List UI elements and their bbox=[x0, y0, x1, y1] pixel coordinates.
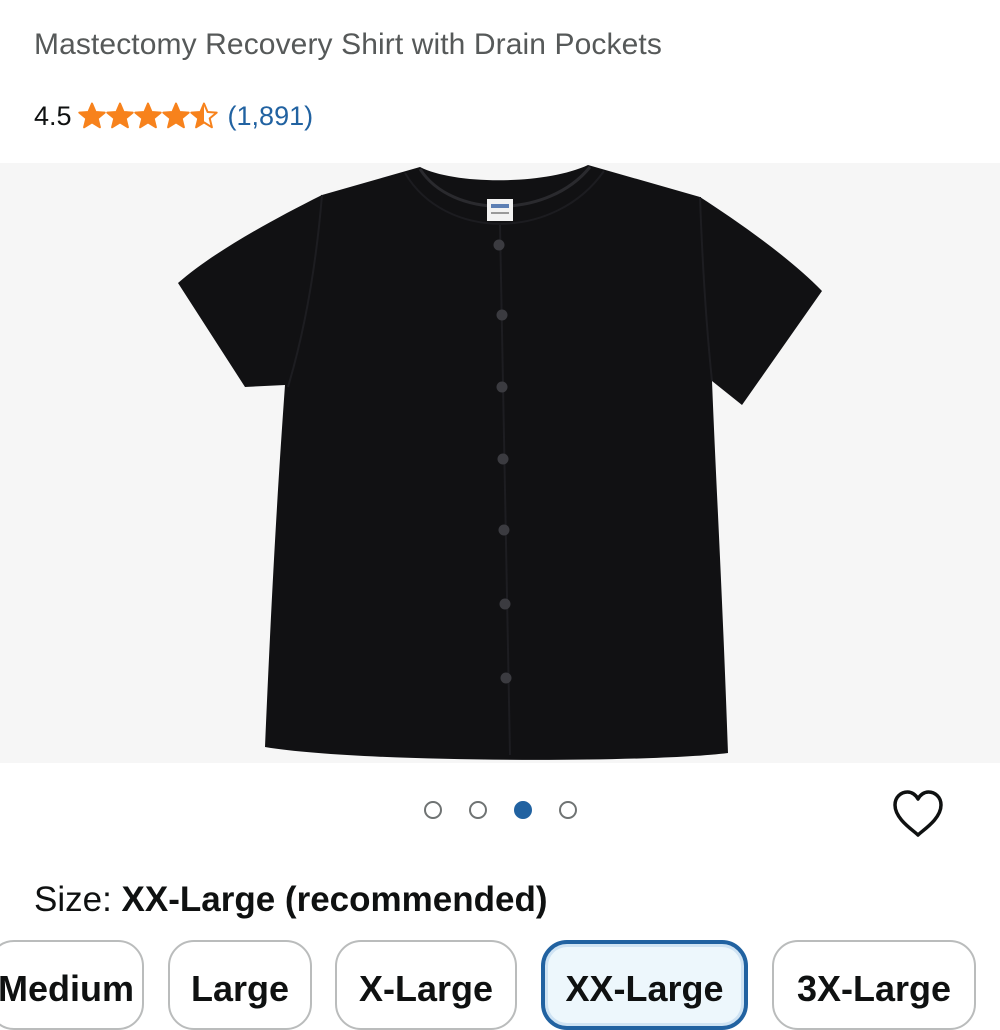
star-full-icon bbox=[161, 102, 190, 129]
star-full-icon bbox=[77, 102, 106, 129]
rating-row[interactable]: 4.5 (1,891) bbox=[34, 96, 313, 136]
carousel-dot[interactable] bbox=[423, 801, 442, 819]
carousel-dot[interactable] bbox=[468, 801, 487, 819]
product-image[interactable] bbox=[0, 163, 1000, 763]
size-option-medium[interactable]: Medium bbox=[0, 940, 144, 1030]
size-selection-label: Size: XX-Large (recommended) bbox=[34, 880, 547, 920]
product-title: Mastectomy Recovery Shirt with Drain Poc… bbox=[34, 28, 662, 61]
rating-value: 4.5 bbox=[34, 100, 72, 131]
star-rating bbox=[77, 102, 218, 130]
carousel-pagination[interactable] bbox=[0, 801, 1000, 823]
size-option-xx-large[interactable]: XX-Large bbox=[541, 940, 748, 1030]
size-option-label: 3X-Large bbox=[796, 968, 952, 1009]
size-option-x-large[interactable]: X-Large bbox=[335, 940, 517, 1030]
heart-icon[interactable] bbox=[891, 789, 945, 839]
review-count-link[interactable]: (1,891) bbox=[228, 101, 314, 132]
size-selected-value: XX-Large (recommended) bbox=[121, 880, 548, 919]
star-full-icon bbox=[133, 102, 162, 129]
size-option-3x-large[interactable]: 3X-Large bbox=[772, 940, 976, 1030]
size-label-key: Size: bbox=[34, 880, 112, 919]
size-option-label: Medium bbox=[0, 968, 134, 1009]
star-full-icon bbox=[105, 102, 134, 129]
carousel-dot[interactable] bbox=[558, 801, 577, 819]
size-option-label: X-Large bbox=[358, 968, 494, 1009]
size-option-label: Large bbox=[190, 968, 290, 1009]
size-option-large[interactable]: Large bbox=[168, 940, 312, 1030]
carousel-dot-active[interactable] bbox=[513, 801, 532, 819]
size-option-label: XX-Large bbox=[565, 968, 724, 1009]
star-half-icon bbox=[189, 102, 218, 129]
black-shirt-image bbox=[178, 165, 822, 760]
